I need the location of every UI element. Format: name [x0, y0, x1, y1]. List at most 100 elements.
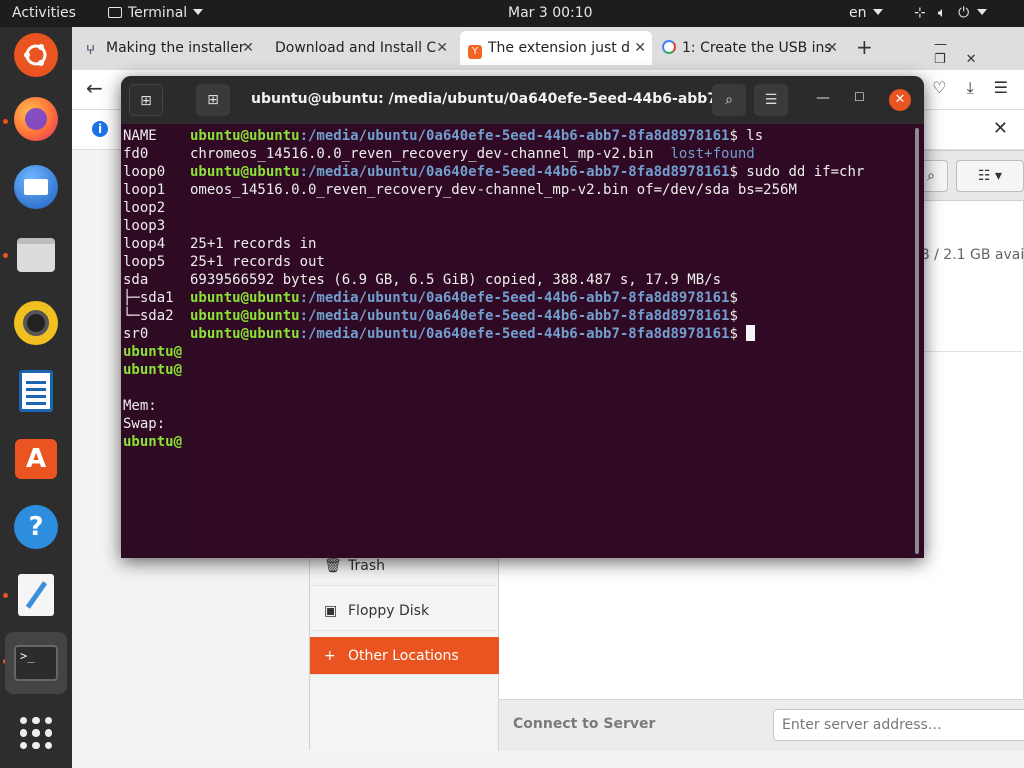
dock-files[interactable] [10, 229, 62, 281]
dock-text-editor[interactable] [10, 569, 62, 621]
device-row: loop0 [123, 164, 166, 180]
volume-icon: 🔈︎ [937, 5, 947, 21]
software-store-icon: A [15, 439, 57, 479]
sidebar-item-label: Floppy Disk [348, 603, 430, 619]
download-icon[interactable]: ⤓ [967, 78, 974, 97]
plus-icon: + [324, 648, 336, 664]
terminal-icon [108, 7, 122, 18]
document-icon [19, 370, 53, 412]
dock-help[interactable]: ? [10, 501, 62, 553]
new-tab-icon[interactable]: ⊞ [196, 84, 230, 116]
chevron-down-icon [193, 9, 204, 15]
running-indicator [3, 119, 8, 124]
close-icon[interactable]: ✕ [242, 31, 254, 65]
device-row: loop2 [123, 200, 166, 216]
grid-icon [20, 717, 52, 749]
menu-icon[interactable]: ☰ [754, 84, 788, 116]
running-indicator [3, 253, 8, 258]
dock-writer[interactable] [10, 365, 62, 417]
device-row: fd0 [123, 146, 149, 162]
text-editor-icon [18, 574, 54, 616]
dock-firefox[interactable] [10, 93, 62, 145]
language-indicator[interactable]: en [849, 0, 883, 27]
close-icon[interactable]: ✕ [634, 31, 646, 65]
activities-button[interactable]: Activities [12, 0, 76, 27]
close-icon[interactable]: ✕ [889, 89, 911, 111]
running-indicator [3, 593, 8, 598]
connect-to-server-label: Connect to Server [513, 716, 656, 732]
minimize-icon[interactable]: — [816, 90, 830, 106]
menu-icon[interactable]: ☰ [994, 78, 1008, 97]
ubuntu-icon [14, 33, 58, 77]
prompt-fragment: ubuntu@ [123, 344, 183, 360]
connect-to-server-bar: Connect to Server [499, 699, 1024, 751]
tab-favicon-icon: ⵖ [86, 43, 96, 57]
terminal-title: ubuntu@ubuntu: /media/ubuntu/0a640efe-5e… [251, 91, 739, 107]
server-address-input[interactable] [773, 709, 1024, 741]
app-menu-label: Terminal [128, 5, 188, 21]
terminal-line: 25+1 records in [190, 236, 317, 252]
system-menu[interactable]: ⊹ 🔈︎ ⏻ [914, 0, 999, 27]
tab-label: Download and Install C [275, 40, 437, 56]
tab-create-usb[interactable]: 1: Create the USB ins ✕ [658, 31, 844, 65]
app-menu[interactable]: Terminal [108, 0, 204, 27]
top-bar: Activities Terminal Mar 3 00:10 en ⊹ 🔈︎ ⏻ [0, 0, 1024, 27]
dock-ubuntu-installer[interactable] [10, 29, 62, 81]
terminal-line: ubuntu@ubuntu:/media/ubuntu/0a640efe-5ee… [190, 308, 738, 324]
tab-bar: ⵖ Making the installer ✕ Download and Inst… [72, 27, 1024, 70]
close-icon[interactable]: ✕ [436, 31, 448, 65]
floppy-disk-icon: ▣ [324, 603, 338, 619]
device-row: ├─sda1 [123, 290, 174, 306]
sidebar-item-other-locations[interactable]: + Other Locations [310, 637, 499, 675]
dock-rhythmbox[interactable] [10, 297, 62, 349]
show-applications-button[interactable] [10, 707, 62, 759]
list-view-icon[interactable]: ☷ ▾ [956, 160, 1024, 192]
tab-download-install[interactable]: Download and Install C ✕ [268, 31, 454, 65]
minimize-icon[interactable]: — [934, 37, 947, 52]
terminal-scrollbar[interactable] [915, 128, 919, 554]
device-row: loop3 [123, 218, 166, 234]
terminal-line: 6939566592 bytes (6.9 GB, 6.5 GiB) copie… [190, 272, 722, 288]
browser-window-controls: —❐ ✕ [934, 37, 1024, 67]
close-icon[interactable]: ✕ [826, 31, 838, 65]
swap-label: Swap: [123, 416, 166, 432]
terminal-line: chromeos_14516.0.0_reven_recovery_dev-ch… [190, 146, 755, 162]
lsblk-header: NAME [123, 128, 157, 144]
dock-software[interactable]: A [10, 433, 62, 485]
dock-thunderbird[interactable] [10, 161, 62, 213]
new-tab-button[interactable]: + [856, 35, 873, 59]
terminal-line: omeos_14516.0.0_reven_recovery_dev-chann… [190, 182, 797, 198]
new-tab-icon[interactable]: ⊞ [129, 84, 163, 116]
back-button[interactable]: ← [86, 76, 103, 100]
tab-extension[interactable]: Y The extension just d ✕ [460, 31, 652, 65]
toolbar-actions: ♡ ⤓ ☰ [912, 78, 1008, 98]
maximize-icon[interactable]: ☐ [854, 90, 865, 104]
mem-label: Mem: [123, 398, 157, 414]
tab-label: Making the installer [106, 40, 245, 56]
sidebar-item-label: Trash [348, 558, 385, 574]
dock-terminal[interactable]: >_ [5, 632, 67, 694]
help-icon: ? [14, 505, 58, 549]
info-icon: i [92, 121, 108, 137]
close-icon[interactable]: ✕ [966, 52, 977, 67]
pocket-icon[interactable]: ♡ [932, 78, 946, 97]
firefox-icon [14, 97, 58, 141]
device-row: sda [123, 272, 149, 288]
tab-making-installer[interactable]: ⵖ Making the installer ✕ [80, 31, 260, 65]
sidebar-item-label: Other Locations [348, 648, 459, 664]
device-row: loop4 [123, 236, 166, 252]
sidebar-item-floppy-disk[interactable]: ▣ Floppy Disk [310, 591, 499, 631]
clock[interactable]: Mar 3 00:10 [508, 0, 593, 27]
search-icon[interactable]: ⌕ [712, 84, 746, 116]
terminal-line: 25+1 records out [190, 254, 325, 270]
chevron-down-icon [872, 9, 883, 15]
close-icon[interactable]: ✕ [993, 118, 1008, 139]
maximize-icon[interactable]: ❐ [934, 52, 946, 67]
speaker-icon [14, 301, 58, 345]
folder-icon [17, 238, 55, 272]
device-row: sr0 [123, 326, 149, 342]
disk-space-info: MB / 2.1 GB avail [908, 247, 1024, 263]
terminal-line[interactable]: ubuntu@ubuntu:/media/ubuntu/0a640efe-5ee… [190, 325, 864, 343]
thunderbird-icon [14, 165, 58, 209]
lsblk-output: NAME fd0 loop0 loop1 loop2 loop3 loop4 loop5 sda… [123, 127, 182, 451]
